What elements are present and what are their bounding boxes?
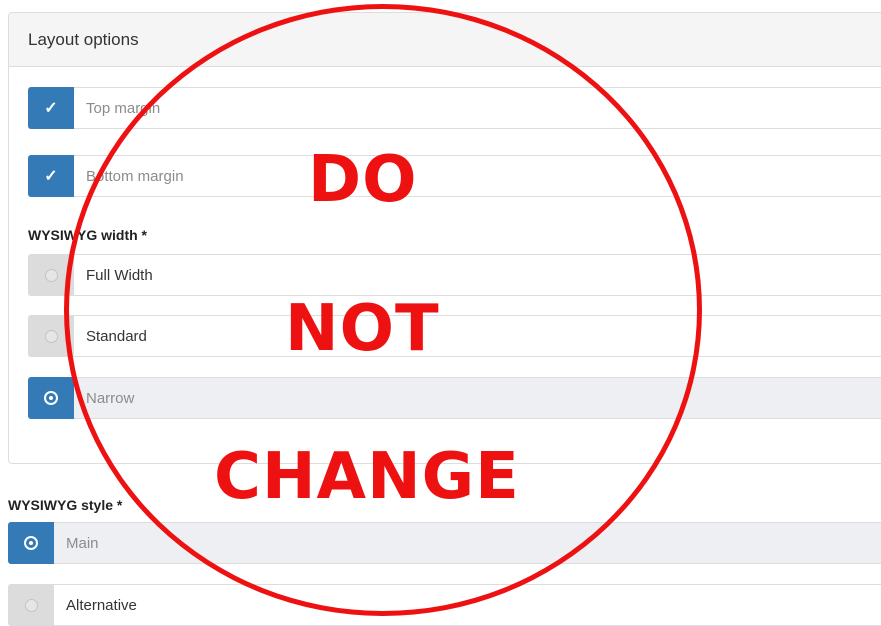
alternative-style-label: Alternative bbox=[54, 584, 881, 626]
top-margin-checkbox[interactable]: ✓ bbox=[28, 87, 74, 129]
width-option-narrow[interactable]: Narrow bbox=[28, 377, 881, 419]
style-option-alternative[interactable]: Alternative bbox=[8, 584, 881, 626]
top-margin-label: Top margin bbox=[74, 87, 881, 129]
width-option-standard[interactable]: Standard bbox=[28, 315, 881, 357]
standard-label: Standard bbox=[74, 315, 881, 357]
radio-empty-icon bbox=[44, 329, 58, 343]
bottom-margin-label: Bottom margin bbox=[74, 155, 881, 197]
bottom-margin-checkbox[interactable]: ✓ bbox=[28, 155, 74, 197]
standard-radio[interactable] bbox=[28, 315, 74, 357]
full-width-radio[interactable] bbox=[28, 254, 74, 296]
top-margin-option[interactable]: ✓ Top margin bbox=[28, 87, 881, 129]
radio-empty-icon bbox=[24, 598, 38, 612]
radio-empty-icon bbox=[44, 268, 58, 282]
radio-selected-icon bbox=[44, 391, 58, 405]
main-style-label: Main bbox=[54, 522, 881, 564]
checkmark-icon: ✓ bbox=[44, 168, 58, 185]
narrow-radio[interactable] bbox=[28, 377, 74, 419]
bottom-margin-option[interactable]: ✓ Bottom margin bbox=[28, 155, 881, 197]
width-option-full[interactable]: Full Width bbox=[28, 254, 881, 296]
style-option-main[interactable]: Main bbox=[8, 522, 881, 564]
full-width-label: Full Width bbox=[74, 254, 881, 296]
main-style-radio[interactable] bbox=[8, 522, 54, 564]
radio-selected-icon bbox=[24, 536, 38, 550]
narrow-label: Narrow bbox=[74, 377, 881, 419]
panel-title: Layout options bbox=[9, 13, 881, 67]
alternative-style-radio[interactable] bbox=[8, 584, 54, 626]
checkmark-icon: ✓ bbox=[44, 100, 58, 117]
wysiwyg-width-label: WYSIWYG width * bbox=[28, 227, 147, 243]
wysiwyg-style-label: WYSIWYG style * bbox=[8, 497, 123, 513]
